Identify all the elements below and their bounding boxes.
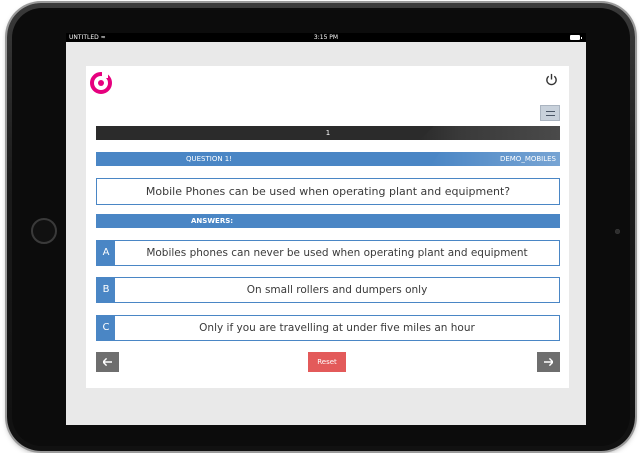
menu-button[interactable] [540,105,560,121]
battery-icon [570,35,582,40]
quiz-app: 1 QUESTION 1! DEMO_MOBILES Mobile Phones… [86,66,569,388]
question-text: Mobile Phones can be used when operating… [96,178,560,205]
reset-button[interactable]: Reset [308,352,346,372]
answer-letter: C [97,316,115,340]
brand-logo-icon [90,71,112,94]
power-icon[interactable] [545,73,558,86]
progress-number: 1 [325,129,331,137]
answer-text: Mobiles phones can never be used when op… [146,247,528,259]
status-bar: UNTITLED ≈ 3:15 PM [66,33,586,42]
arrow-left-icon [103,358,112,366]
answer-option-c[interactable]: C Only if you are travelling at under fi… [96,315,560,341]
answer-text: On small rollers and dumpers only [246,284,428,296]
question-code: DEMO_MOBILES [499,155,556,163]
home-button[interactable] [31,218,57,244]
arrow-right-icon [544,358,553,366]
progress-bar: 1 [96,126,560,140]
hamburger-menu-icon [545,110,555,116]
tablet-screen: UNTITLED ≈ 3:15 PM 1 QUESTION 1! DEMO_MO… [66,33,586,425]
answer-option-b[interactable]: B On small rollers and dumpers only [96,277,560,303]
previous-button[interactable] [96,352,119,372]
answers-label: ANSWERS: [191,217,234,225]
answer-letter: A [97,241,115,265]
answer-text: Only if you are travelling at under five… [199,322,475,334]
answer-letter: B [97,278,115,302]
question-header: QUESTION 1! DEMO_MOBILES [96,152,560,166]
next-button[interactable] [537,352,560,372]
front-camera [615,229,620,234]
question-label: QUESTION 1! [186,155,233,163]
status-time: 3:15 PM [313,34,339,41]
answers-header: ANSWERS: [96,214,560,228]
answer-option-a[interactable]: A Mobiles phones can never be used when … [96,240,560,266]
